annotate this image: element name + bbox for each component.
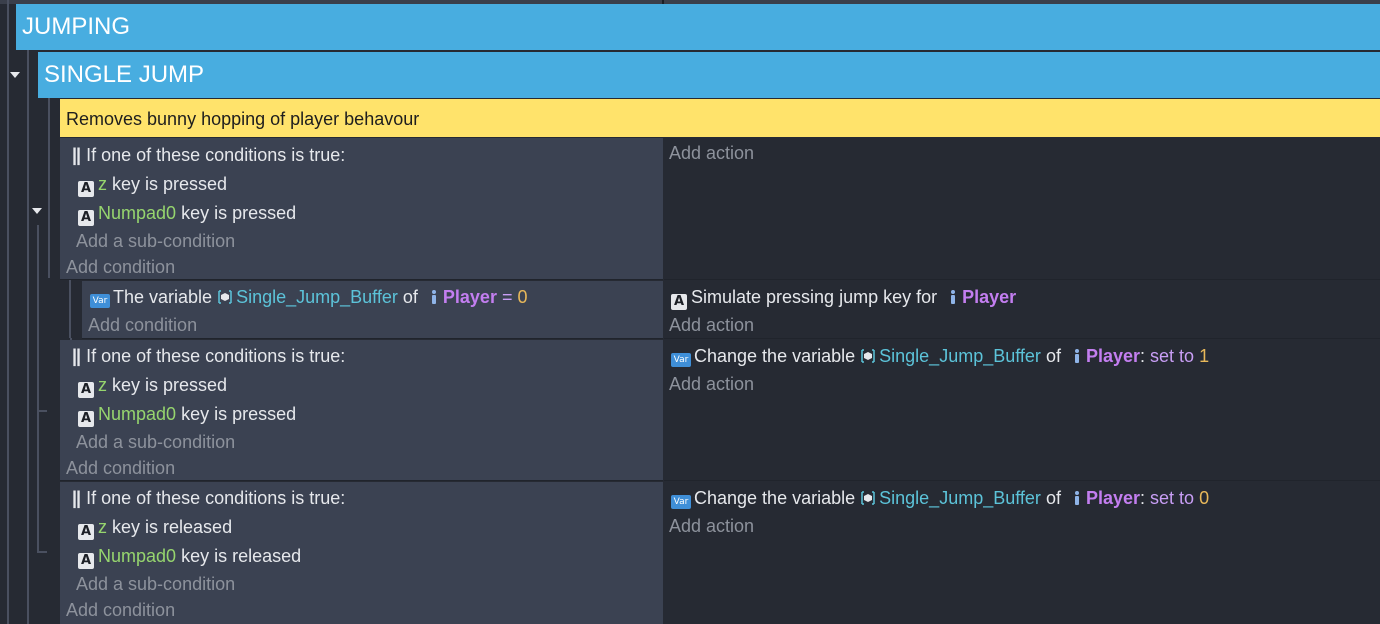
- add-condition-link[interactable]: Add condition: [88, 314, 197, 336]
- keyboard-icon: A: [671, 294, 687, 310]
- action-simulate-jump[interactable]: A Simulate pressing jump key for Player: [671, 286, 1016, 310]
- keyboard-icon: A: [78, 210, 94, 226]
- of-text: of: [402, 287, 418, 307]
- of-text: of: [1045, 488, 1061, 508]
- object-name: Player: [1085, 346, 1141, 366]
- condition-text: key is pressed: [112, 174, 228, 194]
- condition-numpad0-pressed[interactable]: A Numpad0 key is pressed: [78, 403, 296, 427]
- value: 1: [1199, 346, 1210, 366]
- object-name: Player: [1085, 488, 1141, 508]
- add-action-link[interactable]: Add action: [669, 314, 754, 336]
- cube-icon: [861, 349, 875, 363]
- gutter-line: [7, 0, 9, 624]
- condition-z-pressed[interactable]: Az key is pressed: [78, 173, 227, 197]
- key-name: z: [98, 174, 107, 194]
- group-header-jumping[interactable]: JUMPING: [16, 4, 1380, 50]
- comment[interactable]: Removes bunny hopping of player behavour: [60, 99, 1380, 137]
- variable-name: Single_Jump_Buffer: [879, 346, 1041, 366]
- gutter-line: [37, 410, 47, 412]
- colon: :: [1140, 488, 1146, 508]
- action-text: Simulate pressing jump key for: [691, 287, 938, 307]
- object-icon: [431, 290, 436, 304]
- condition-z-pressed[interactable]: Az key is pressed: [78, 374, 227, 398]
- event-1-actions[interactable]: [664, 138, 1380, 280]
- keyboard-icon: A: [78, 524, 94, 540]
- condition-text: key is pressed: [181, 404, 297, 424]
- gutter-line: [69, 280, 71, 338]
- or-condition-header[interactable]: || If one of these conditions is true:: [72, 487, 345, 509]
- gutter-line: [48, 98, 50, 278]
- condition-z-released[interactable]: Az key is released: [78, 516, 232, 540]
- gutter-line: [37, 551, 47, 553]
- collapse-arrow-icon[interactable]: [32, 208, 42, 214]
- or-header-label: If one of these conditions is true:: [86, 488, 346, 508]
- condition-text: key is pressed: [181, 203, 297, 223]
- add-condition-link[interactable]: Add condition: [66, 256, 175, 278]
- or-condition-header[interactable]: || If one of these conditions is true:: [72, 345, 345, 367]
- variable-name: Single_Jump_Buffer: [879, 488, 1041, 508]
- keyboard-icon: A: [78, 181, 94, 197]
- key-name: Numpad0: [98, 404, 177, 424]
- cube-icon: [218, 290, 232, 304]
- colon: :: [1140, 346, 1146, 366]
- operator: =: [501, 287, 513, 307]
- condition-text: key is released: [181, 546, 302, 566]
- add-action-link[interactable]: Add action: [669, 515, 754, 537]
- action-change-variable[interactable]: Var Change the variable Single_Jump_Buffe…: [671, 487, 1209, 509]
- gutter-line: [37, 225, 39, 551]
- value: 0: [1199, 488, 1210, 508]
- of-text: of: [1045, 346, 1061, 366]
- add-sub-condition-link[interactable]: Add a sub-condition: [76, 431, 235, 453]
- key-name: Numpad0: [98, 203, 177, 223]
- variable-icon: Var: [90, 294, 110, 308]
- condition-text: The variable: [113, 287, 213, 307]
- object-icon: [1074, 349, 1079, 363]
- cube-icon: [861, 491, 875, 505]
- variable-icon: Var: [671, 495, 691, 509]
- group-header-single-jump[interactable]: SINGLE JUMP: [38, 52, 1380, 98]
- add-condition-link[interactable]: Add condition: [66, 599, 175, 621]
- condition-numpad0-pressed[interactable]: A Numpad0 key is pressed: [78, 202, 296, 226]
- keyboard-icon: A: [78, 382, 94, 398]
- action-text: Change the variable: [694, 488, 856, 508]
- or-header-label: If one of these conditions is true:: [86, 346, 346, 366]
- variable-icon: Var: [671, 353, 691, 367]
- collapse-arrow-icon[interactable]: [10, 72, 20, 78]
- key-name: Numpad0: [98, 546, 177, 566]
- keyboard-icon: A: [78, 553, 94, 569]
- value: 0: [517, 287, 528, 307]
- keyboard-icon: A: [78, 411, 94, 427]
- condition-variable-compare[interactable]: Var The variable Single_Jump_Buffer of Pl…: [90, 286, 528, 308]
- or-header-label: If one of these conditions is true:: [86, 145, 346, 165]
- add-condition-link[interactable]: Add condition: [66, 457, 175, 479]
- action-change-variable[interactable]: Var Change the variable Single_Jump_Buffe…: [671, 345, 1209, 367]
- key-name: z: [98, 517, 107, 537]
- add-sub-condition-link[interactable]: Add a sub-condition: [76, 573, 235, 595]
- object-icon: [951, 290, 956, 304]
- or-icon: ||: [72, 145, 81, 165]
- add-action-link[interactable]: Add action: [669, 373, 754, 395]
- key-name: z: [98, 375, 107, 395]
- or-icon: ||: [72, 488, 81, 508]
- set-to-text: set to: [1150, 488, 1195, 508]
- object-name: Player: [962, 287, 1017, 307]
- action-text: Change the variable: [694, 346, 856, 366]
- add-action-link[interactable]: Add action: [669, 142, 754, 164]
- variable-name: Single_Jump_Buffer: [236, 287, 398, 307]
- add-sub-condition-link[interactable]: Add a sub-condition: [76, 230, 235, 252]
- or-icon: ||: [72, 346, 81, 366]
- condition-text: key is pressed: [112, 375, 228, 395]
- gutter-line: [27, 50, 29, 624]
- set-to-text: set to: [1150, 346, 1195, 366]
- object-name: Player: [442, 287, 497, 307]
- condition-numpad0-released[interactable]: A Numpad0 key is released: [78, 545, 301, 569]
- or-condition-header[interactable]: || If one of these conditions is true:: [72, 144, 345, 166]
- condition-text: key is released: [112, 517, 233, 537]
- object-icon: [1074, 491, 1079, 505]
